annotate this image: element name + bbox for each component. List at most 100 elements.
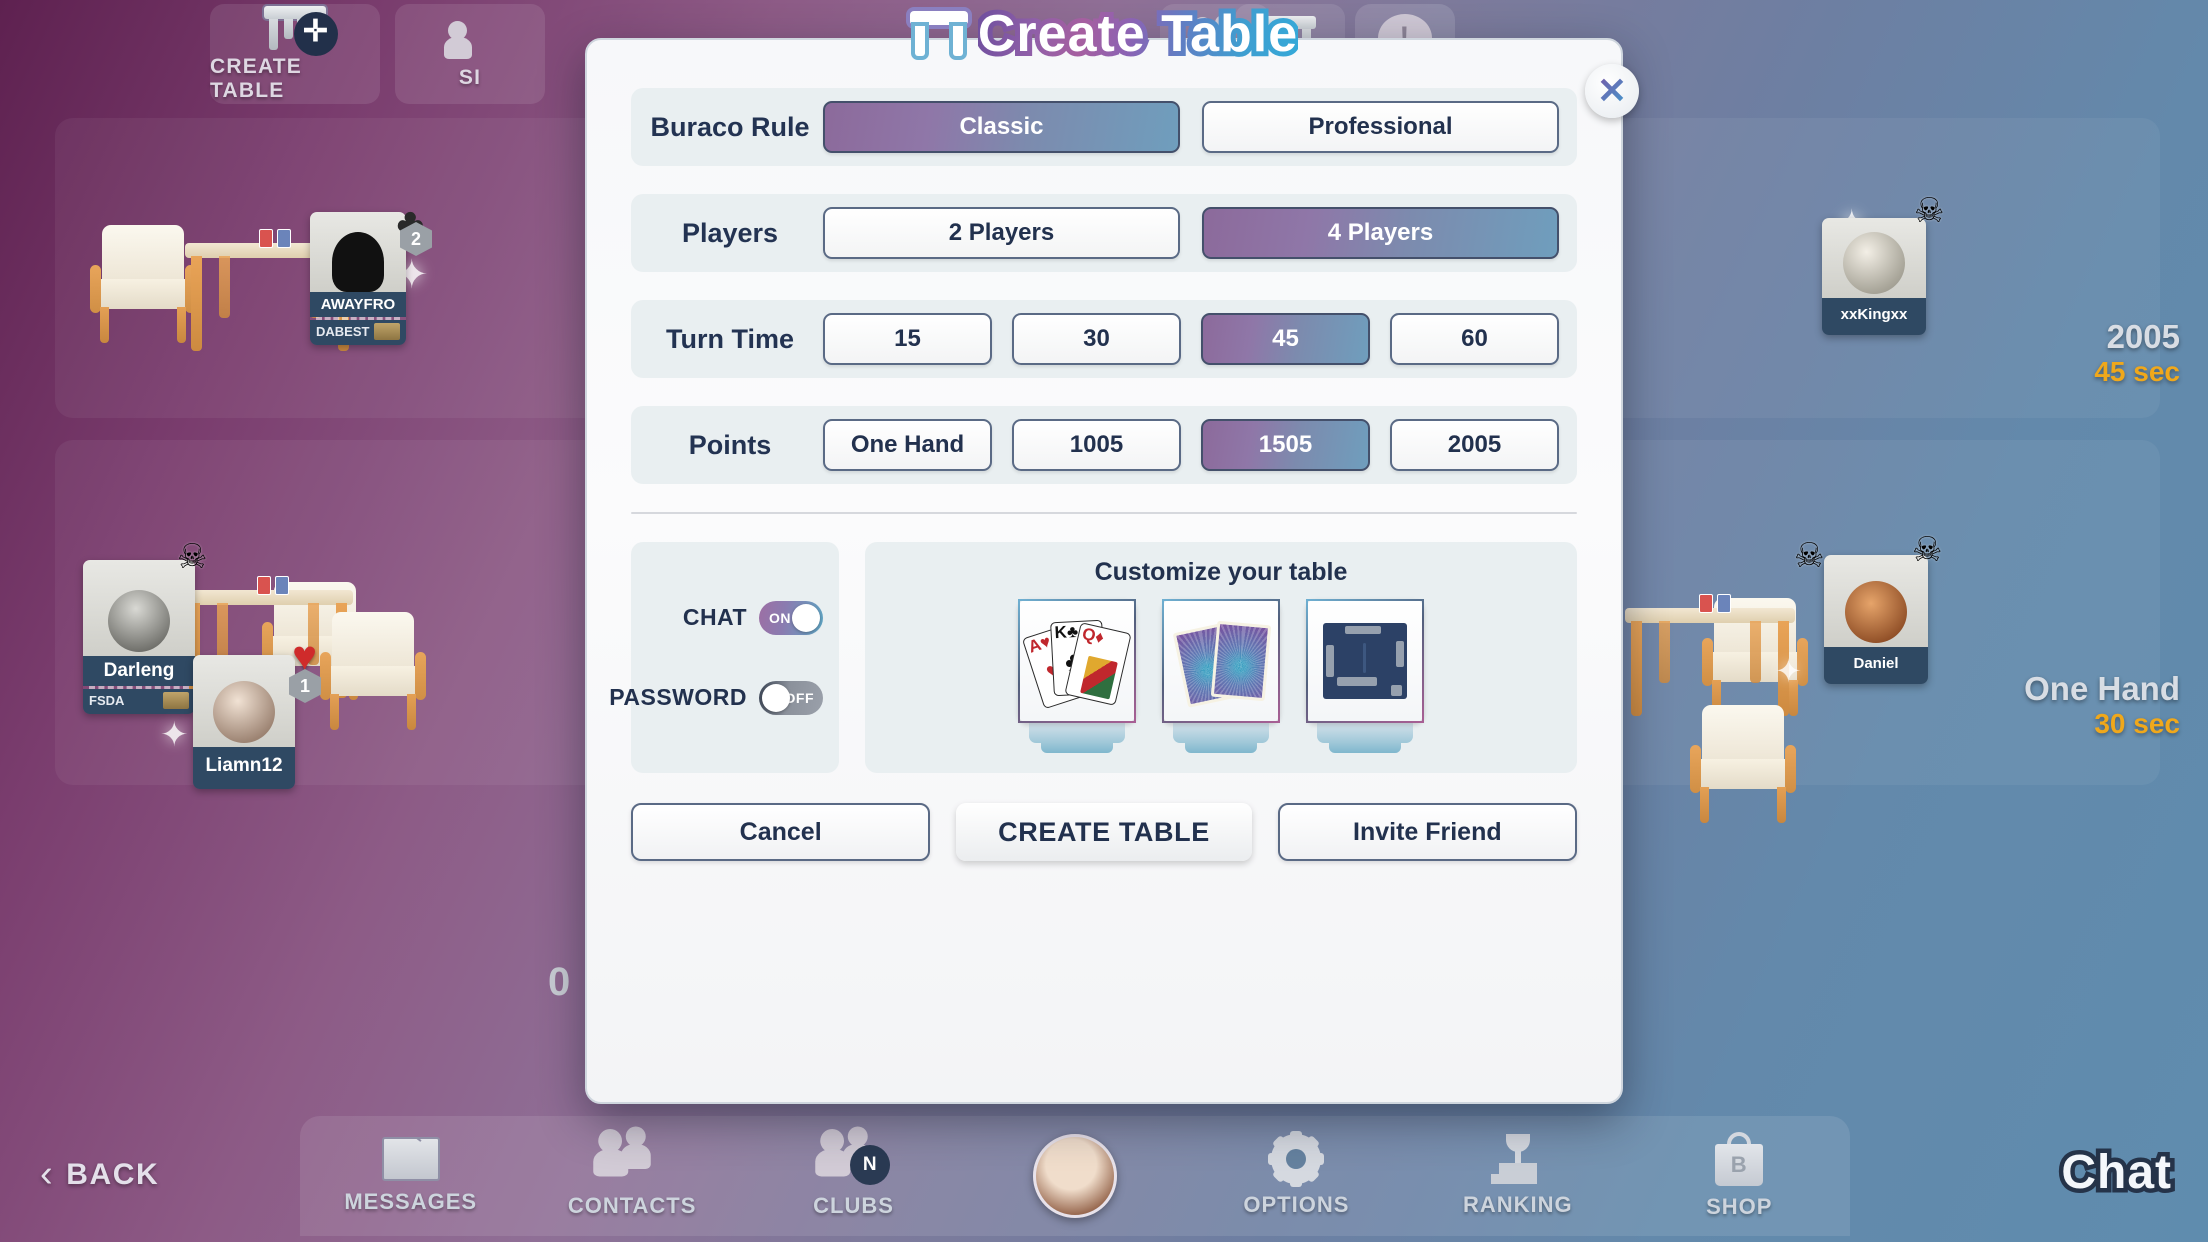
- table-info: One Hand 30 sec: [2024, 670, 2180, 740]
- password-toggle[interactable]: OFF: [759, 680, 823, 715]
- option-row-players: Players 2 Players 4 Players: [631, 194, 1577, 272]
- option-row-turn-time: Turn Time 15 30 45 60: [631, 300, 1577, 378]
- player-card[interactable]: Liamn12 ♥ 1: [193, 635, 321, 789]
- points-option-2005[interactable]: 2005: [1390, 419, 1559, 471]
- back-button[interactable]: ‹ BACK: [40, 1153, 159, 1196]
- nav-ranking-label: RANKING: [1462, 1192, 1573, 1217]
- table-info: 2005 45 sec: [2094, 318, 2180, 388]
- chair: [88, 225, 198, 343]
- plus-icon: ✛: [294, 11, 338, 56]
- nav-item-messages[interactable]: MESSAGES: [300, 1137, 521, 1215]
- skull-icon: ☠: [1912, 531, 1943, 569]
- create-table-button[interactable]: CREATE TABLE: [956, 803, 1252, 861]
- stray-zero-label: 0: [548, 960, 571, 1004]
- chat-toggle-row: CHAT ON: [647, 600, 823, 635]
- player-name: Darleng: [83, 656, 195, 686]
- nav-item-profile[interactable]: [964, 1134, 1185, 1218]
- avatar-icon: [1032, 1134, 1117, 1218]
- table-felt-tile[interactable]: [1306, 599, 1424, 753]
- bottom-navigation: MESSAGES CONTACTS N CLUBS OPTIONS RANKIN…: [300, 1116, 1850, 1236]
- nav-item-options[interactable]: OPTIONS: [1186, 1131, 1407, 1218]
- option-row-points: Points One Hand 1005 1505 2005: [631, 406, 1577, 484]
- customize-panel: Customize your table A♥ ♥ K♣ ♣ Q♦: [865, 542, 1577, 773]
- club-chip-icon: [163, 692, 189, 709]
- buraco-rule-option-classic[interactable]: Classic: [823, 101, 1180, 153]
- password-toggle-row: PASSWORD OFF: [609, 680, 823, 715]
- card-faces-tile[interactable]: A♥ ♥ K♣ ♣ Q♦: [1018, 599, 1136, 753]
- turn-time-option-30[interactable]: 30: [1012, 313, 1181, 365]
- club-chip-icon: [374, 323, 400, 340]
- chat-toggle-label: CHAT: [682, 604, 747, 630]
- points-option-1505[interactable]: 1505: [1201, 419, 1370, 471]
- trophy-icon: [1490, 1134, 1545, 1184]
- chevron-left-icon: ‹: [40, 1153, 55, 1195]
- password-toggle-label: PASSWORD: [609, 684, 747, 710]
- player-card[interactable]: Darleng FSDA ☠: [83, 540, 207, 714]
- customize-title: Customize your table: [1094, 558, 1348, 586]
- create-table-dialog: ✕ Buraco Rule Classic Professional Playe…: [585, 38, 1639, 1104]
- avatar: [1822, 218, 1926, 298]
- back-label: BACK: [66, 1157, 160, 1191]
- topbar-create-table-label: CREATE TABLE: [210, 54, 302, 102]
- chat-toggle[interactable]: ON: [759, 600, 823, 635]
- nav-messages-label: MESSAGES: [344, 1189, 478, 1214]
- turn-time-option-45[interactable]: 45: [1201, 313, 1370, 365]
- turn-time-option-15[interactable]: 15: [823, 313, 992, 365]
- topbar-sit-button[interactable]: SI: [395, 4, 545, 104]
- chat-button[interactable]: Chat: [2057, 1142, 2176, 1204]
- felt-icon: [1323, 623, 1407, 699]
- player-card[interactable]: Daniel ☠ ☠: [1794, 533, 1942, 684]
- nav-options-label: OPTIONS: [1243, 1192, 1350, 1217]
- toggle-panel: CHAT ON PASSWORD OFF: [609, 542, 839, 773]
- topbar-create-table-button[interactable]: ✛ CREATE TABLE: [210, 4, 380, 104]
- nav-item-shop[interactable]: B SHOP: [1629, 1132, 1850, 1220]
- table-points: One Hand: [2024, 670, 2180, 707]
- player-club: DABEST: [316, 324, 370, 339]
- chat-toggle-state: ON: [769, 609, 791, 626]
- player-card[interactable]: xxKingxx ☠: [1822, 194, 1944, 335]
- nav-item-ranking[interactable]: RANKING: [1407, 1134, 1628, 1218]
- points-label: Points: [688, 429, 772, 460]
- turn-time-option-60[interactable]: 60: [1390, 313, 1559, 365]
- avatar: [310, 212, 406, 292]
- password-toggle-knob: [762, 683, 790, 712]
- chair: [1688, 705, 1798, 823]
- points-option-one-hand[interactable]: One Hand: [823, 419, 992, 471]
- players-label: Players: [681, 217, 779, 248]
- nav-item-contacts[interactable]: CONTACTS: [521, 1126, 742, 1219]
- chat-toggle-knob: [792, 603, 820, 632]
- person-icon: [444, 19, 496, 61]
- card-backs-preview: [1162, 599, 1280, 723]
- buraco-rule-option-professional[interactable]: Professional: [1202, 101, 1559, 153]
- player-name: AWAYFRO: [310, 292, 406, 317]
- table-felt-preview: [1306, 599, 1424, 723]
- card-faces-preview: A♥ ♥ K♣ ♣ Q♦: [1018, 599, 1136, 723]
- topbar-sit-label: SI: [458, 65, 482, 89]
- points-option-1005[interactable]: 1005: [1012, 419, 1181, 471]
- shopping-bag-icon: B: [1715, 1132, 1764, 1186]
- turn-time-label: Turn Time: [665, 323, 794, 354]
- skull-icon: ☠: [1914, 192, 1945, 230]
- invite-friend-button[interactable]: Invite Friend: [1277, 803, 1577, 861]
- divider: [631, 512, 1577, 514]
- nav-shop-label: SHOP: [1706, 1194, 1773, 1219]
- option-row-buraco-rule: Buraco Rule Classic Professional: [631, 88, 1577, 166]
- cancel-button[interactable]: Cancel: [631, 803, 931, 861]
- table-points: 2005: [2106, 318, 2180, 355]
- buraco-rule-label: Buraco Rule: [650, 111, 810, 142]
- players-option-2[interactable]: 2 Players: [823, 207, 1180, 259]
- player-card[interactable]: AWAYFRO DABEST ♣ 2: [310, 202, 432, 345]
- players-option-4[interactable]: 4 Players: [1202, 207, 1559, 259]
- gear-icon: [1268, 1131, 1325, 1187]
- skull-icon: ☠: [1794, 537, 1825, 575]
- table-turn-time: 45 sec: [2094, 356, 2180, 387]
- nav-item-clubs[interactable]: N CLUBS: [743, 1126, 964, 1219]
- clubs-notification-badge: N: [850, 1145, 891, 1185]
- close-icon[interactable]: ✕: [1585, 64, 1639, 118]
- table-turn-time: 30 sec: [2094, 708, 2180, 739]
- card-backs-tile[interactable]: [1162, 599, 1280, 753]
- game-table: [1625, 594, 1795, 716]
- chair: [318, 612, 428, 730]
- avatar: [193, 655, 295, 747]
- contacts-icon: [593, 1126, 671, 1192]
